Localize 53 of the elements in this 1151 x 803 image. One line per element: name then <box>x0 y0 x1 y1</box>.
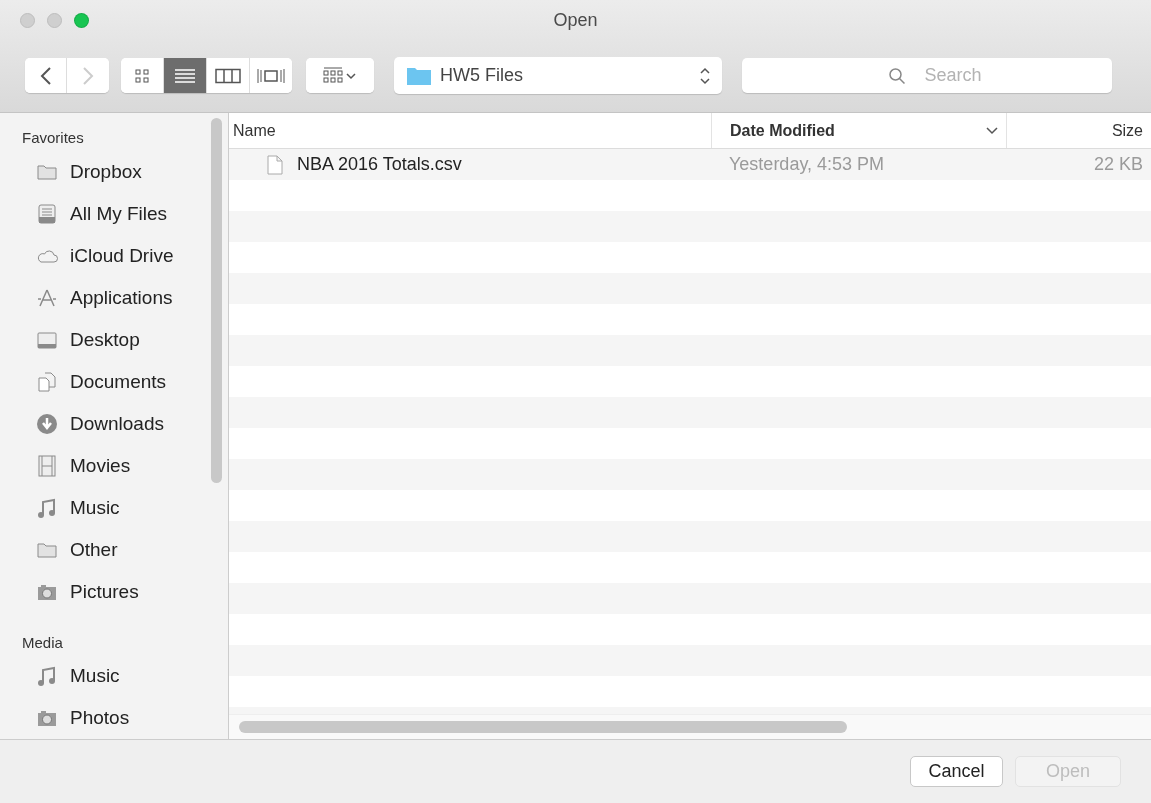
sidebar-item[interactable]: Downloads <box>22 403 228 446</box>
download-icon <box>36 413 58 435</box>
column-header[interactable]: Name <box>229 113 711 148</box>
zoom-button[interactable] <box>74 12 89 28</box>
forward-chevron-icon <box>82 66 94 85</box>
window-title: Open <box>553 9 598 31</box>
sidebar-item[interactable]: Pictures <box>22 571 228 614</box>
sidebar-item[interactable]: All My Files <box>22 192 228 235</box>
file-name[interactable]: NBA 2016 Totals.csv <box>297 154 462 175</box>
folder-icon <box>406 65 432 86</box>
search-field[interactable]: Search <box>742 58 1112 93</box>
sidebar-item[interactable]: iCloud Drive <box>22 234 228 277</box>
sidebar-item[interactable]: Other <box>22 529 228 572</box>
sidebar-item[interactable]: Music <box>22 654 228 697</box>
minimize-button[interactable] <box>47 12 62 28</box>
sidebar-item[interactable]: Music <box>22 487 228 530</box>
file-tray-icon <box>36 202 58 225</box>
sidebar-item[interactable]: Documents <box>22 360 228 403</box>
list-icon <box>174 67 196 84</box>
search-icon <box>888 67 906 85</box>
grid-icon <box>134 67 150 84</box>
document-icon <box>267 154 283 175</box>
view-mode-button[interactable] <box>207 58 250 93</box>
sidebar-item[interactable]: Photos <box>22 697 228 740</box>
music-note-icon <box>36 497 58 520</box>
film-icon <box>36 455 58 478</box>
sidebar-item[interactable]: Applications <box>22 276 228 319</box>
sidebar-section-title: Favorites <box>22 128 85 149</box>
size-cell: 22 KB <box>1093 154 1143 175</box>
scrollbar-thumb[interactable] <box>211 118 222 483</box>
sort-chevron-icon <box>986 126 998 135</box>
date-cell: Yesterday, 4:53 PM <box>729 154 885 175</box>
back-button[interactable] <box>25 58 67 93</box>
column-header[interactable]: Size <box>1006 113 1151 148</box>
sidebar-item[interactable]: Dropbox <box>22 150 228 193</box>
sidebar-item[interactable]: Desktop <box>22 318 228 361</box>
cancel-button[interactable]: Cancel <box>910 756 1003 787</box>
column-header[interactable]: Date Modified <box>711 113 1006 148</box>
location-dropdown[interactable]: HW5 Files <box>394 57 722 94</box>
close-button[interactable] <box>20 12 35 28</box>
music-note-icon <box>36 664 58 687</box>
documents-icon <box>36 370 58 393</box>
back-chevron-icon <box>39 66 52 85</box>
view-mode-button[interactable] <box>164 58 207 93</box>
columns-icon <box>215 67 241 84</box>
sidebar-section-title: Media <box>22 632 64 653</box>
cover-flow-icon <box>256 67 286 84</box>
sidebar-item[interactable]: Movies <box>22 445 228 488</box>
up-down-chevron-icon <box>700 66 710 85</box>
scrollbar-thumb[interactable] <box>239 721 847 733</box>
grid-chevron-icon <box>323 66 357 85</box>
arrange-button[interactable] <box>306 58 374 93</box>
view-mode-button[interactable] <box>250 58 292 93</box>
